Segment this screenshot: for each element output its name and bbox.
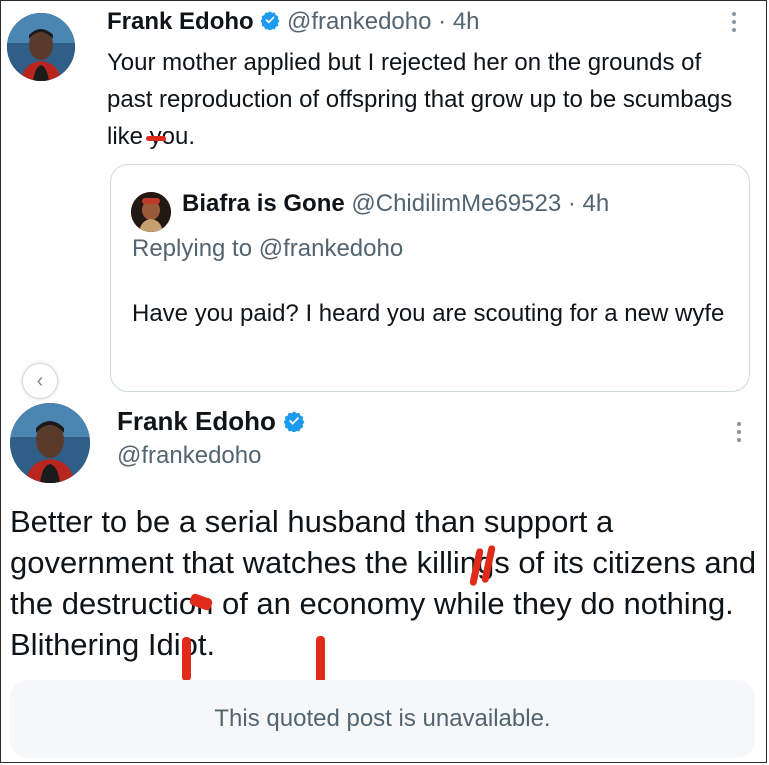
author-name[interactable]: Frank Edoho [117, 406, 276, 436]
tweet-time[interactable]: · 4h [568, 190, 609, 217]
tweet-text: Your mother applied but I rejected her o… [107, 49, 733, 150]
quoted-tweet-text: Have you paid? I heard you are scouting … [132, 300, 725, 327]
avatar[interactable] [7, 13, 75, 81]
replying-to: Replying to @frankedoho [132, 235, 404, 262]
chevron-left-icon[interactable]: ‹ [22, 363, 58, 399]
author-handle[interactable]: @frankedoho [117, 442, 261, 470]
quoted-tweet-header: Biafra is Gone @ChidilimMe69523 · 4h [182, 190, 609, 218]
author-name-row: Frank Edoho [117, 406, 305, 439]
quoted-tweet-card[interactable]: Biafra is Gone @ChidilimMe69523 · 4h Rep… [110, 164, 750, 392]
tweet-text: Better to be a serial husband than suppo… [10, 504, 757, 662]
verified-badge-icon [283, 408, 305, 439]
author-name[interactable]: Frank Edoho [107, 8, 254, 35]
author-handle[interactable]: @ChidilimMe69523 [351, 190, 561, 217]
avatar[interactable] [131, 192, 171, 232]
red-mark-annotation [146, 136, 166, 141]
quoted-post-unavailable: This quoted post is unavailable. [10, 680, 755, 758]
red-mark-annotation [182, 637, 191, 681]
more-options-icon[interactable] [732, 12, 738, 36]
avatar[interactable] [10, 403, 90, 483]
author-name[interactable]: Biafra is Gone [182, 190, 345, 217]
verified-badge-icon [260, 9, 280, 37]
tweet-header: Frank Edoho @frankedoho · 4h [107, 8, 480, 37]
author-handle[interactable]: @frankedoho [287, 8, 431, 35]
tweet-time[interactable]: · 4h [438, 8, 479, 35]
more-options-icon[interactable] [737, 422, 743, 446]
